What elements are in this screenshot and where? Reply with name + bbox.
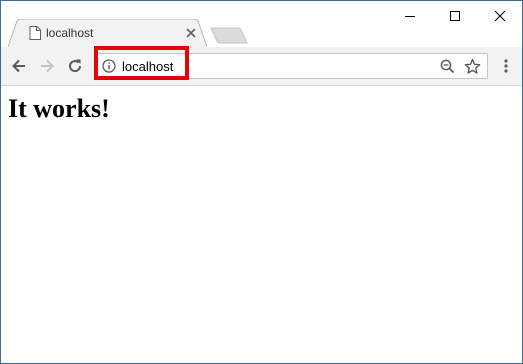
vertical-dots-icon <box>504 59 508 73</box>
tab-strip: localhost <box>1 1 522 47</box>
minimize-button[interactable] <box>387 1 432 31</box>
browser-toolbar: localhost <box>1 47 522 86</box>
page-content: It works! <box>1 86 522 363</box>
tab-title: localhost <box>46 26 94 40</box>
page-icon <box>29 26 41 40</box>
browser-window: localhost localhost It works! <box>0 0 523 364</box>
tab-localhost[interactable]: localhost <box>8 19 207 47</box>
new-tab-button[interactable] <box>210 27 248 44</box>
maximize-icon <box>449 11 460 21</box>
arrow-right-icon <box>41 59 54 73</box>
close-icon <box>494 10 505 22</box>
back-button[interactable] <box>9 56 29 76</box>
reload-icon <box>69 59 82 73</box>
maximize-button[interactable] <box>432 1 477 31</box>
forward-button[interactable] <box>37 56 57 76</box>
menu-button[interactable] <box>496 56 516 76</box>
star-icon[interactable] <box>464 58 481 75</box>
url-text[interactable]: localhost <box>122 59 173 74</box>
close-icon[interactable] <box>184 26 198 40</box>
page-heading: It works! <box>8 94 110 123</box>
close-window-button[interactable] <box>477 1 522 31</box>
address-bar[interactable]: localhost <box>95 53 488 79</box>
zoom-out-icon[interactable] <box>440 59 455 74</box>
minimize-icon <box>404 16 415 17</box>
reload-button[interactable] <box>65 56 85 76</box>
info-icon[interactable] <box>102 59 116 73</box>
arrow-left-icon <box>12 59 25 73</box>
window-controls <box>387 1 522 31</box>
